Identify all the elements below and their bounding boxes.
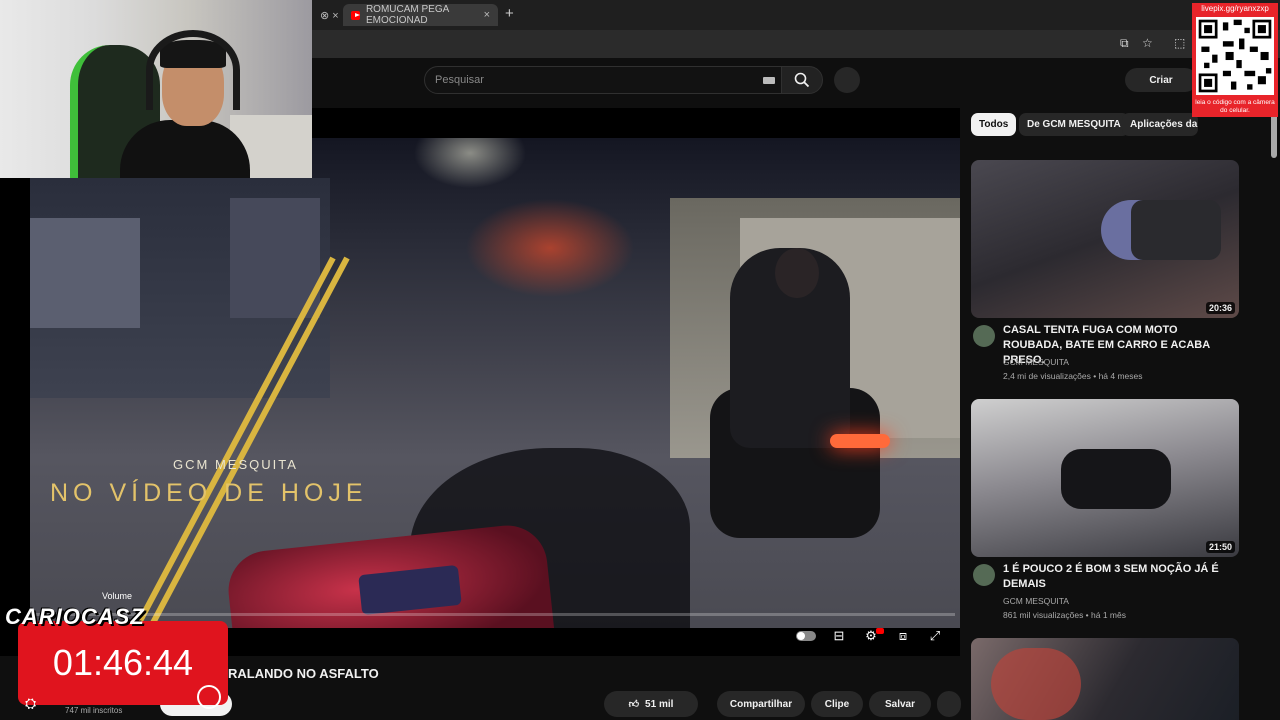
thumb-motorcycle	[1061, 449, 1171, 509]
rider-helmet	[775, 248, 819, 298]
search-button[interactable]	[781, 66, 823, 94]
sidebar-channel-name[interactable]: GCM MESQUITA	[1003, 357, 1069, 367]
thumbs-up-icon: 👍︎	[628, 699, 640, 710]
qr-url: livepix.gg/ryanxzxp	[1201, 4, 1269, 13]
motorcycle-taillight	[830, 434, 890, 448]
video-overlay-headline: NO VÍDEO DE HOJE	[50, 479, 368, 507]
cast-icon[interactable]: ⧉	[1120, 36, 1129, 51]
tab-romucam[interactable]: ROMUCAM PEGA EMOCIONAD ×	[343, 4, 498, 26]
sidebar-video-meta: 2,4 mi de visualizações • há 4 meses	[1003, 371, 1143, 381]
bookmark-star-icon[interactable]: ☆	[1142, 36, 1153, 50]
qr-overlay: livepix.gg/ryanxzxp leia o código com a …	[1192, 3, 1278, 117]
video-title: RALANDO NO ASFALTO	[228, 666, 379, 681]
thumb-car	[1131, 200, 1221, 260]
save-button[interactable]: Salvar	[869, 691, 931, 717]
video-progress-bar[interactable]	[30, 613, 955, 616]
extensions-icon[interactable]: ⬚	[1174, 36, 1185, 50]
hd-badge	[876, 628, 884, 634]
tab-close-icon[interactable]: ⊗ ×	[320, 9, 339, 22]
autoplay-toggle[interactable]	[796, 631, 816, 641]
video-overlay-brand: GCM MESQUITA	[173, 457, 298, 472]
sidebar-video-meta: 861 mil visualizações • há 1 mês	[1003, 610, 1126, 620]
sidebar-video-title[interactable]: 1 É POUCO 2 É BOM 3 SEM NOÇÃO JÁ É DEMAI…	[1003, 562, 1233, 592]
create-button[interactable]: Criar	[1125, 68, 1197, 92]
tab-previous[interactable]: ⊗ ×	[312, 4, 347, 26]
like-button[interactable]: 👍︎ 51 mil	[604, 691, 698, 717]
qr-caption: leia o código com a câmera do celular.	[1195, 99, 1275, 114]
subtitles-icon[interactable]: ⊟	[829, 628, 849, 644]
thumb-scene	[991, 648, 1081, 720]
skull-logo-icon	[197, 685, 221, 709]
sidebar-thumbnail[interactable]: 20:36	[971, 160, 1239, 318]
sidebar-thumbnail[interactable]	[971, 638, 1239, 720]
subscriber-count: 747 mil inscritos	[65, 706, 123, 715]
scene-left-house	[30, 218, 140, 328]
clip-button[interactable]: Clipe	[811, 691, 863, 717]
video-player[interactable]: GCM MESQUITA NO VÍDEO DE HOJE	[0, 108, 960, 656]
stream-timer: 01:46:44	[18, 621, 228, 705]
chip-todos[interactable]: Todos	[971, 113, 1017, 136]
search-icon	[794, 72, 810, 88]
channel-avatar[interactable]	[973, 564, 995, 586]
miniplayer-icon[interactable]: ⧈	[893, 628, 913, 644]
video-frame[interactable]: GCM MESQUITA NO VÍDEO DE HOJE	[30, 138, 960, 628]
fullscreen-icon[interactable]: ⤢	[925, 628, 945, 644]
search-placeholder: Pesquisar	[435, 74, 484, 86]
video-duration: 20:36	[1205, 302, 1235, 314]
search-input[interactable]: Pesquisar	[424, 66, 782, 94]
like-count: 51 mil	[645, 698, 674, 710]
headset	[146, 30, 240, 110]
volume-tooltip: Volume	[102, 591, 133, 601]
sidebar-channel-name[interactable]: GCM MESQUITA	[1003, 596, 1069, 606]
youtube-favicon-icon	[351, 10, 360, 20]
qr-code-icon	[1196, 17, 1274, 95]
webcam-overlay	[0, 0, 312, 178]
tab-label: ROMUCAM PEGA EMOCIONAD	[365, 4, 449, 26]
voice-search-button[interactable]	[834, 67, 860, 93]
channel-avatar[interactable]	[973, 325, 995, 347]
share-button[interactable]: Compartilhar	[717, 691, 805, 717]
chip-law-enforcement[interactable]: Aplicações da lei	[1122, 113, 1198, 136]
chip-channel[interactable]: De GCM MESQUITA	[1019, 113, 1129, 136]
more-actions-button[interactable]	[937, 691, 961, 717]
new-tab-button[interactable]: +	[505, 5, 514, 22]
video-duration: 21:50	[1205, 541, 1235, 553]
small-brand-icon: ⛭	[25, 695, 37, 711]
timer-brand: CARIOCASZ	[5, 604, 145, 629]
close-tab-icon[interactable]: ×	[484, 9, 490, 21]
keyboard-icon[interactable]	[763, 77, 775, 84]
sidebar-thumbnail[interactable]: 21:50	[971, 399, 1239, 557]
